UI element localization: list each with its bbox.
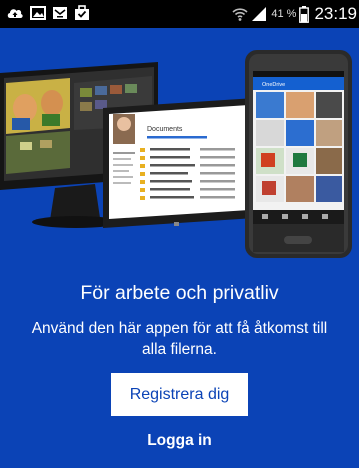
signal-icon xyxy=(252,7,267,21)
notification-icons xyxy=(6,5,90,21)
cloud-upload-icon xyxy=(7,9,23,18)
battery-percent: 41 % xyxy=(271,8,297,20)
login-link[interactable]: Logga in xyxy=(0,432,359,450)
status-bar: 41 % 23:19 xyxy=(0,0,359,28)
phone: OneDrive xyxy=(245,50,352,258)
wifi-icon xyxy=(232,8,248,21)
devices-illustration: Documents OneDrive xyxy=(0,50,352,258)
tablet-doc-title: Documents xyxy=(147,126,183,133)
onboarding-headline: För arbete och privatliv xyxy=(80,282,279,304)
tablet: Documents xyxy=(103,98,255,228)
image-icon xyxy=(30,6,46,20)
briefcase-icon xyxy=(75,5,89,20)
mail-icon xyxy=(53,7,67,19)
register-button[interactable]: Registrera dig xyxy=(111,373,248,416)
phone-app-name: OneDrive xyxy=(262,82,285,88)
system-icons: 41 % 23:19 xyxy=(232,4,357,24)
battery-icon xyxy=(299,5,310,23)
clock: 23:19 xyxy=(314,4,357,23)
onboarding-description: Använd den här appen för att få åtkomst … xyxy=(31,320,328,358)
